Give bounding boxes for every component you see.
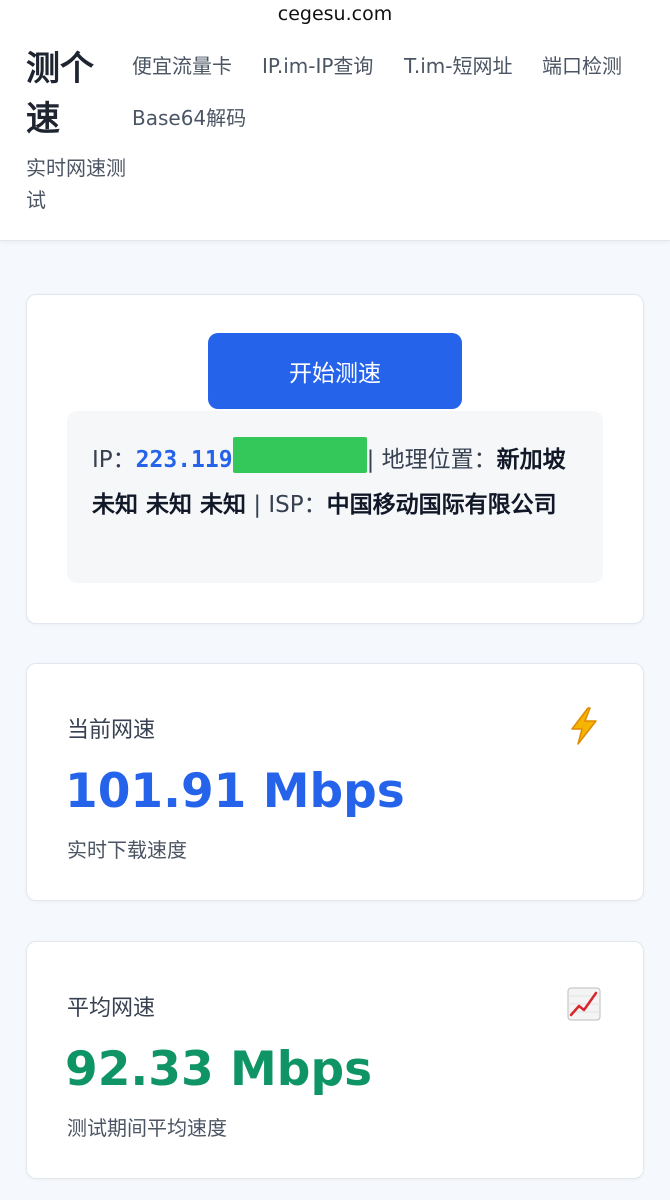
site-title[interactable]: 测个速 xyxy=(26,44,116,144)
site-subtitle: 实时网速测试 xyxy=(26,156,126,212)
nav-link-ip-lookup[interactable]: IP.im-IP查询 xyxy=(262,52,373,80)
ip-value: 223.119 xyxy=(135,447,233,473)
nav-link-port-check[interactable]: 端口检测 xyxy=(542,52,622,80)
current-speed-value: 101.91 Mbps xyxy=(65,764,405,819)
chart-increasing-icon xyxy=(567,987,601,1021)
redaction-block xyxy=(232,437,367,473)
isp-label: | ISP： xyxy=(246,492,327,518)
current-speed-card: 当前网速 101.91 Mbps 实时下载速度 xyxy=(26,663,644,901)
current-speed-label: 当前网速 xyxy=(67,718,156,743)
url-text: cegesu.com xyxy=(277,3,393,25)
ip-info-box: IP：223.119 | 地理位置：新加坡 未知 未知 未知 | ISP：中国移动… xyxy=(67,411,603,583)
ip-label: IP： xyxy=(92,447,136,473)
average-speed-card: 平均网速 92.33 Mbps 测试期间平均速度 xyxy=(26,941,644,1179)
start-test-button[interactable]: 开始测速 xyxy=(208,333,462,409)
isp-value: 中国移动国际有限公司 xyxy=(326,492,557,518)
average-speed-label: 平均网速 xyxy=(67,996,156,1021)
site-header: 测个速 实时网速测试 便宜流量卡 IP.im-IP查询 T.im-短网址 端口检… xyxy=(0,34,670,241)
average-speed-description: 测试期间平均速度 xyxy=(67,1116,227,1140)
lightning-icon xyxy=(571,707,597,745)
address-bar[interactable]: cegesu.com xyxy=(0,0,670,34)
nav-link-cheap-data-card[interactable]: 便宜流量卡 xyxy=(132,52,232,80)
current-speed-description: 实时下载速度 xyxy=(67,838,187,862)
speedtest-card: 开始测速 IP：223.119 | 地理位置：新加坡 未知 未知 未知 | ISP… xyxy=(26,294,644,624)
ip-info-text: IP：223.119 | 地理位置：新加坡 未知 未知 未知 | ISP：中国移动… xyxy=(92,437,592,528)
nav-link-base64-decode[interactable]: Base64解码 xyxy=(132,104,246,132)
nav-link-short-url[interactable]: T.im-短网址 xyxy=(404,52,512,80)
location-label: | 地理位置： xyxy=(366,447,497,473)
average-speed-value: 92.33 Mbps xyxy=(65,1042,373,1097)
